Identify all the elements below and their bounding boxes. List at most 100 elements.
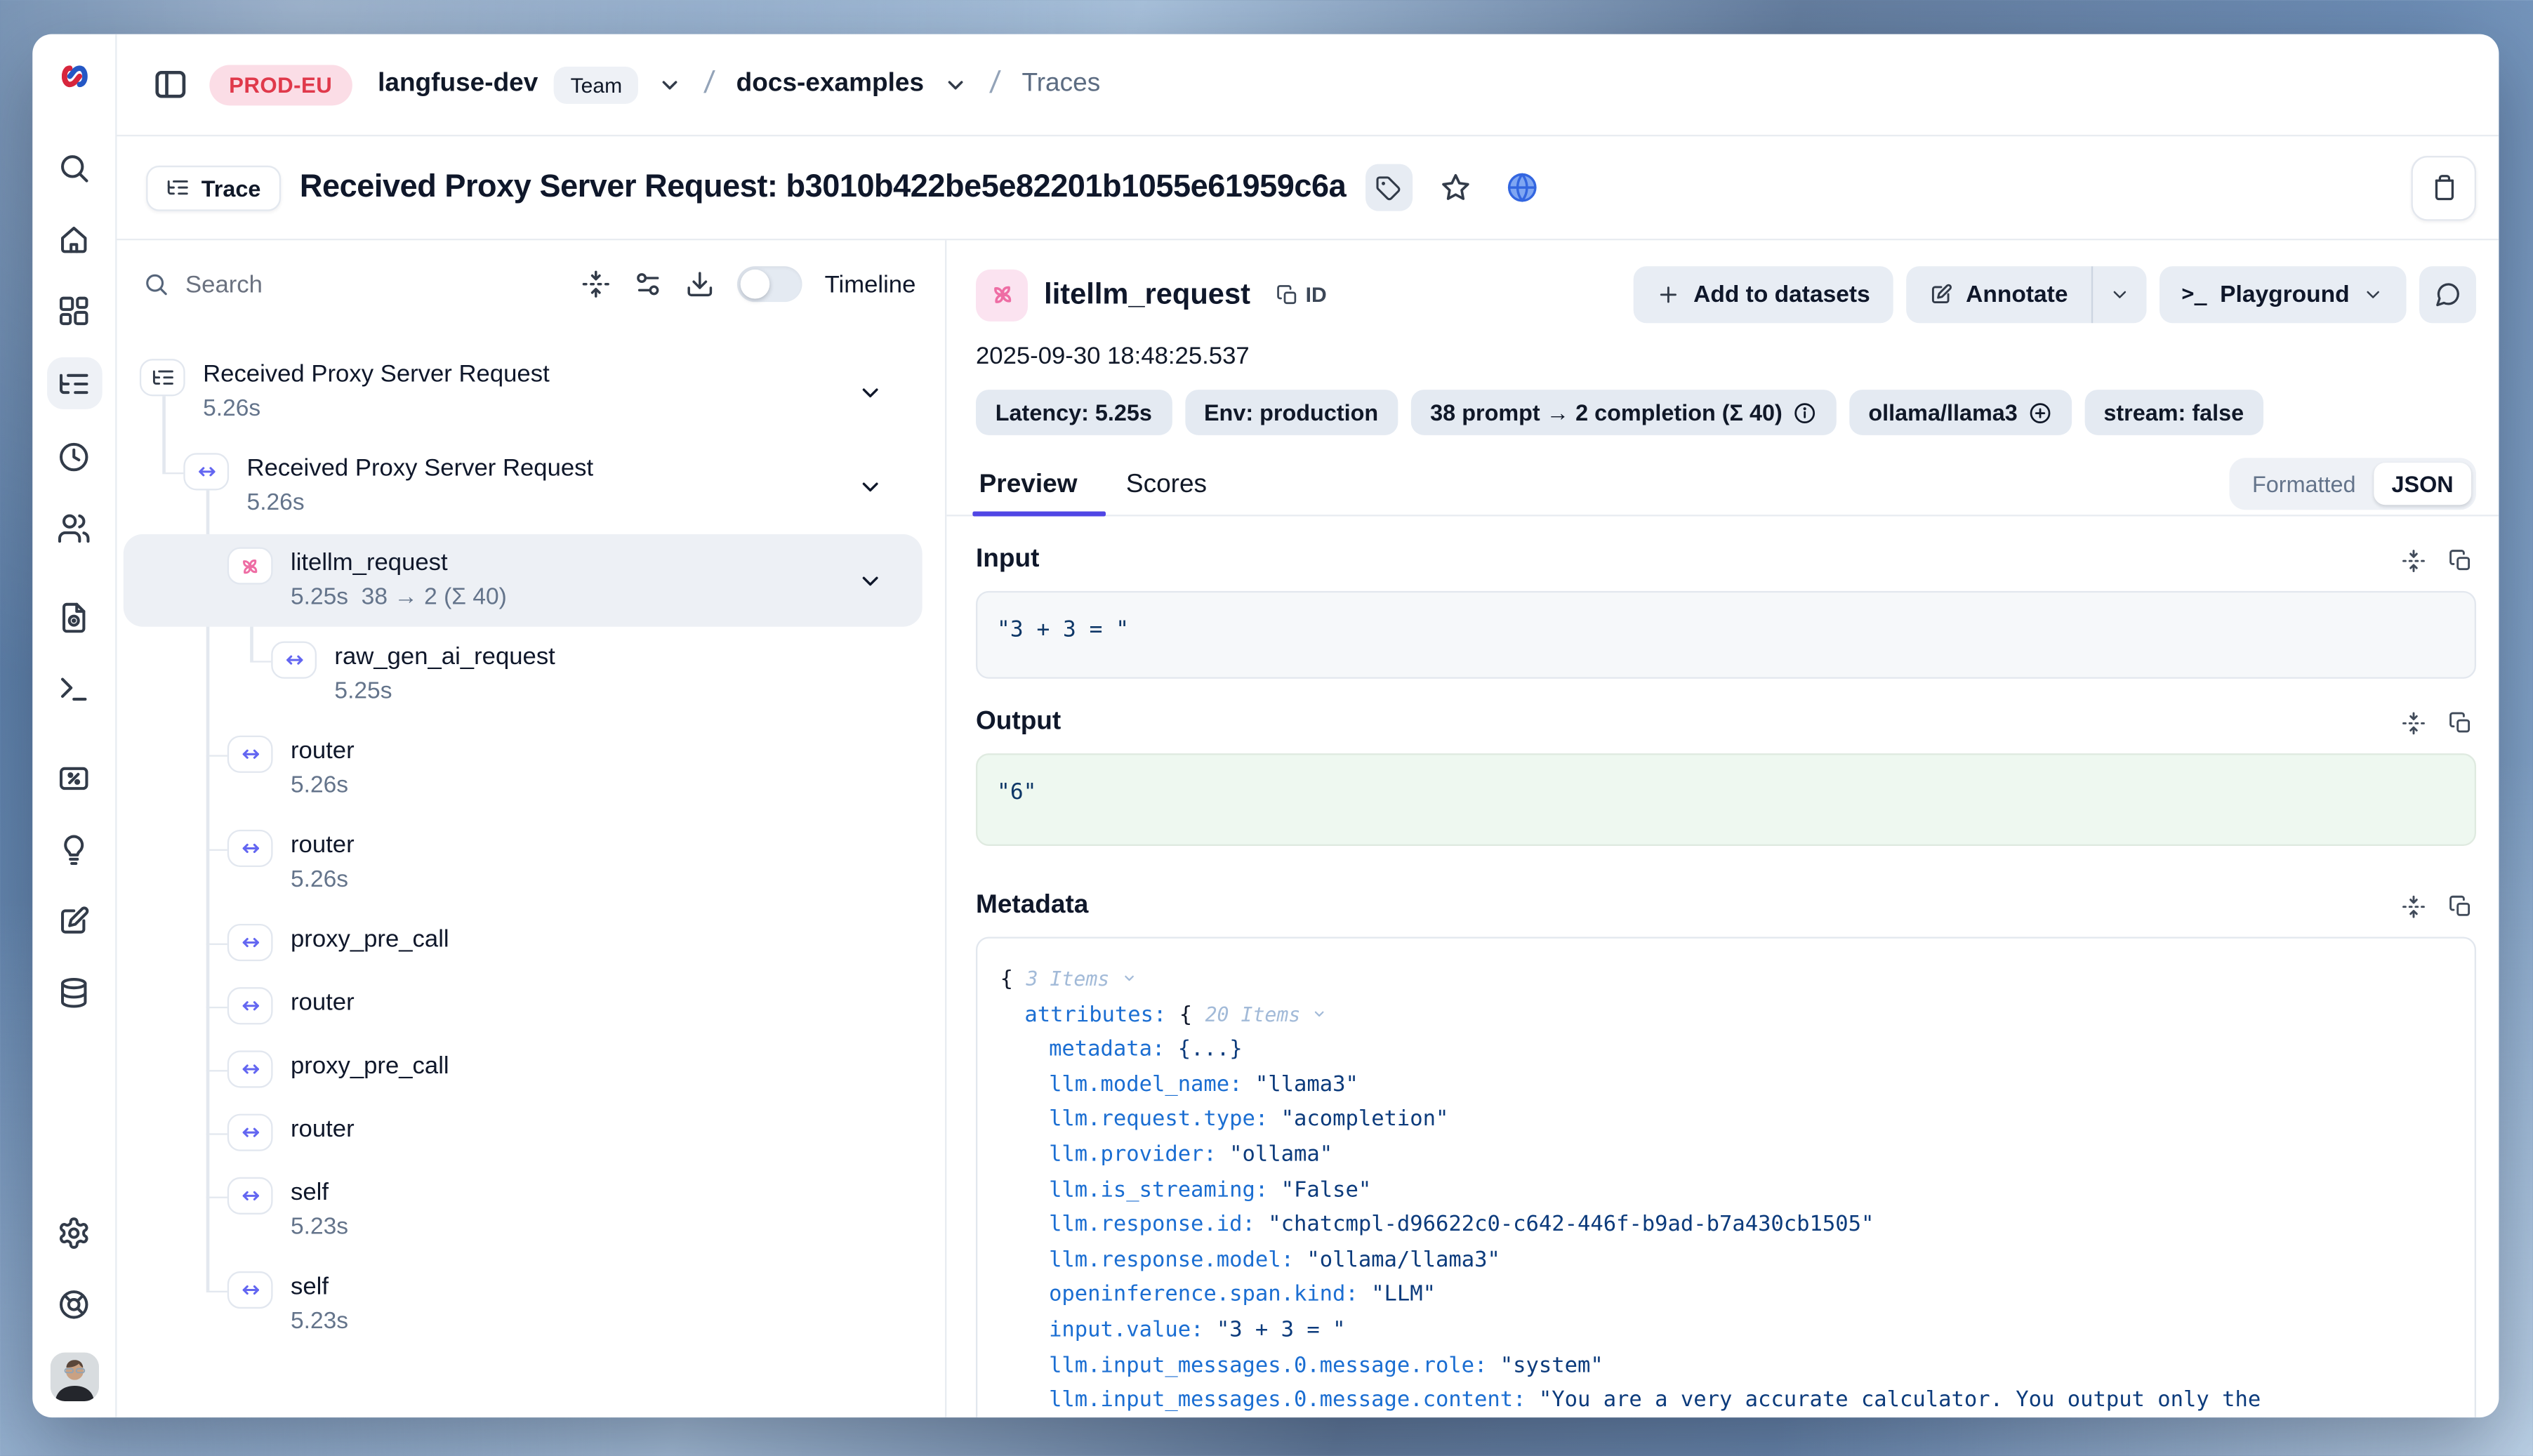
delete-trace-button[interactable] (2412, 155, 2477, 220)
search-input[interactable] (185, 270, 558, 298)
annotation-pen-icon[interactable] (46, 896, 102, 945)
tree-item-self[interactable]: self5.23s (124, 1258, 922, 1351)
org-type-badge: Team (554, 66, 638, 103)
tree-search[interactable] (143, 270, 559, 299)
tag-button[interactable] (1365, 164, 1413, 211)
tree-item-router[interactable]: router (124, 1101, 922, 1163)
span-icon (227, 1114, 273, 1151)
tree-item-received-proxy-server-request[interactable]: Received Proxy Server Request5.26s (124, 346, 922, 439)
collapse-section-icon[interactable] (2402, 710, 2426, 735)
chevron-down-icon[interactable] (857, 379, 906, 405)
download-icon[interactable] (685, 270, 715, 299)
copy-icon[interactable] (2449, 710, 2473, 735)
tree-item-router[interactable]: router (124, 974, 922, 1036)
chevron-down-icon[interactable] (857, 567, 906, 593)
tree-item-label: Received Proxy Server Request (247, 451, 594, 486)
public-globe-icon[interactable] (1499, 164, 1546, 211)
tree-item-router[interactable]: router5.26s (124, 816, 922, 909)
copy-icon[interactable] (2449, 894, 2473, 918)
timeline-toggle[interactable] (737, 266, 802, 302)
metadata-section-header: Metadata (976, 892, 2476, 921)
collapse-section-icon[interactable] (2402, 548, 2426, 573)
comments-button[interactable] (2419, 266, 2476, 323)
users-icon[interactable] (46, 503, 102, 552)
playground-button[interactable]: >_ Playground (2159, 266, 2407, 323)
project-name[interactable]: docs-examples (736, 70, 924, 99)
copy-icon[interactable] (2449, 548, 2473, 573)
tree-item-label: router (291, 828, 355, 863)
litellm-knot-logo[interactable] (54, 57, 93, 96)
metadata-json-line[interactable]: attributes: { 20 Items (1000, 998, 2452, 1033)
tree-item-label: proxy_pre_call (291, 1049, 449, 1083)
lightbulb-icon[interactable] (46, 825, 102, 873)
format-option-formatted[interactable]: Formatted (2235, 463, 2374, 505)
timeline-toggle-label: Timeline (825, 270, 916, 298)
collapse-section-icon[interactable] (2402, 894, 2426, 918)
observation-badge[interactable]: 38 prompt → 2 completion (Σ 40) (1410, 390, 1836, 435)
span-icon (227, 924, 273, 961)
star-button[interactable] (1432, 164, 1479, 211)
tab-preview[interactable]: Preview (976, 461, 1080, 517)
info-icon[interactable] (1792, 400, 1817, 425)
copy-id-button[interactable]: ID (1276, 282, 1327, 307)
top-header: PROD-EU langfuse-dev Team / docs-example… (117, 34, 2499, 137)
page-title: Received Proxy Server Request: b3010b422… (300, 169, 1346, 206)
output-label: Output (976, 708, 1061, 737)
panel-toggle-icon[interactable] (146, 61, 193, 108)
sidebar-item-tracing[interactable] (46, 357, 102, 409)
tree-item-router[interactable]: router5.26s (124, 722, 922, 815)
env-badge[interactable]: PROD-EU (209, 64, 352, 105)
chevron-down-icon[interactable] (944, 72, 968, 97)
metadata-json-box: { 3 Items attributes: { 20 Items metadat… (976, 937, 2476, 1417)
tree-item-raw-gen-ai-request[interactable]: raw_gen_ai_request5.25s (124, 628, 922, 721)
breadcrumb-slash: / (703, 67, 716, 102)
tab-scores[interactable]: Scores (1123, 461, 1210, 517)
annotate-dropdown-button[interactable] (2092, 266, 2145, 323)
tree-toolbar: Timeline (117, 240, 946, 318)
generation-icon (227, 547, 273, 584)
support-lifebuoy-icon[interactable] (46, 1279, 102, 1328)
metadata-json-line[interactable]: { 3 Items (1000, 962, 2452, 998)
tree-item-proxy-pre-call[interactable]: proxy_pre_call (124, 911, 922, 972)
view-settings-icon[interactable] (633, 270, 663, 299)
sessions-clock-icon[interactable] (46, 432, 102, 480)
screen: PROD-EU langfuse-dev Team / docs-example… (0, 0, 2533, 1456)
observation-badge: Latency: 5.25s (976, 390, 1172, 435)
span-icon (227, 1271, 273, 1309)
dashboard-icon[interactable] (46, 286, 102, 334)
tree-rows: Received Proxy Server Request5.26sReceiv… (117, 318, 946, 1417)
playground-terminal-icon[interactable] (46, 664, 102, 713)
span-icon (227, 830, 273, 867)
evaluators-percent-icon[interactable] (46, 753, 102, 802)
observation-tree-panel: Timeline Received Proxy Server Request5.… (117, 240, 947, 1417)
tree-item-label: self (291, 1175, 348, 1210)
search-icon[interactable] (46, 143, 102, 192)
observation-badge[interactable]: ollama/llama3 (1849, 390, 2071, 435)
tree-item-litellm-request[interactable]: litellm_request5.25s 38 → 2 (Σ 40) (124, 534, 922, 627)
breadcrumb-section[interactable]: Traces (1021, 70, 1100, 99)
format-option-json[interactable]: JSON (2374, 463, 2471, 505)
metadata-json-line: llm.model_name: "llama3" (1000, 1068, 2452, 1103)
home-icon[interactable] (46, 214, 102, 263)
tabs-container: Preview Scores (976, 461, 1252, 517)
prompts-file-icon[interactable] (46, 593, 102, 641)
settings-gear-icon[interactable] (46, 1208, 102, 1257)
span-icon (183, 453, 229, 490)
add-to-datasets-button[interactable]: Add to datasets (1634, 266, 1893, 323)
metadata-json-line: llm.is_streaming: "False" (1000, 1173, 2452, 1208)
user-avatar[interactable] (50, 1353, 98, 1401)
plus-circle-icon[interactable] (2028, 400, 2052, 425)
tree-item-self[interactable]: self5.23s (124, 1164, 922, 1257)
org-name[interactable]: langfuse-dev (378, 70, 538, 99)
tree-item-proxy-pre-call[interactable]: proxy_pre_call (124, 1038, 922, 1099)
chevron-down-icon[interactable] (658, 72, 682, 97)
tree-item-label: router (291, 734, 355, 768)
metadata-json-line: llm.response.id: "chatcmpl-d96622c0-c642… (1000, 1208, 2452, 1243)
annotate-button[interactable]: Annotate (1906, 266, 2091, 323)
metadata-json-line: input.value: "3 + 3 = " (1000, 1313, 2452, 1349)
chevron-down-icon[interactable] (857, 473, 906, 499)
datasets-database-icon[interactable] (46, 967, 102, 1016)
fold-vertical-icon[interactable] (581, 270, 611, 299)
observation-name: litellm_request (1044, 277, 1250, 312)
tree-item-received-proxy-server-request[interactable]: Received Proxy Server Request5.26s (124, 440, 922, 533)
